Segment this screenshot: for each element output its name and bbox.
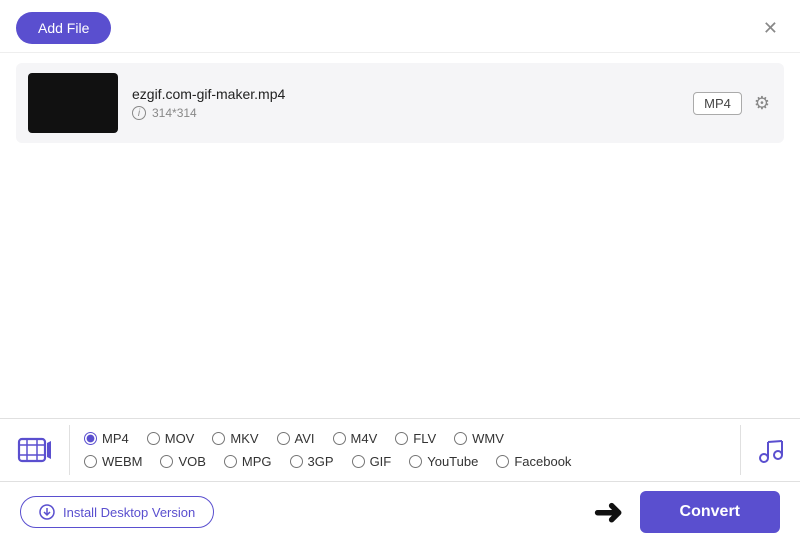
format-flv-label: FLV — [413, 431, 436, 446]
format-bar: MP4 MOV MKV AVI M4V FLV — [0, 418, 800, 482]
format-mpg-label: MPG — [242, 454, 272, 469]
format-gif[interactable]: GIF — [348, 452, 396, 471]
format-mkv-label: MKV — [230, 431, 258, 446]
close-button[interactable]: ✕ — [757, 17, 784, 39]
file-name: ezgif.com-gif-maker.mp4 — [132, 86, 679, 102]
action-bar: Install Desktop Version ➜ Convert — [0, 482, 800, 542]
file-actions: MP4 ⚙ — [693, 91, 772, 116]
install-desktop-button[interactable]: Install Desktop Version — [20, 496, 214, 528]
format-youtube-label: YouTube — [427, 454, 478, 469]
format-facebook[interactable]: Facebook — [492, 452, 575, 471]
format-youtube[interactable]: YouTube — [405, 452, 482, 471]
format-webm-label: WEBM — [102, 454, 142, 469]
add-file-button[interactable]: Add File — [16, 12, 111, 44]
format-options-container: MP4 MOV MKV AVI M4V FLV — [70, 425, 740, 475]
arrow-icon: ➜ — [593, 494, 623, 530]
right-action: ➜ Convert — [593, 491, 780, 533]
content-area — [0, 153, 800, 440]
format-gif-label: GIF — [370, 454, 392, 469]
info-icon: i — [132, 106, 146, 120]
file-dimensions: 314*314 — [152, 106, 197, 120]
install-desktop-label: Install Desktop Version — [63, 505, 195, 520]
download-icon — [39, 504, 55, 520]
format-icon-area — [0, 425, 70, 475]
top-bar: Add File ✕ — [0, 0, 800, 53]
file-meta: i 314*314 — [132, 106, 679, 120]
format-mp4[interactable]: MP4 — [80, 429, 133, 448]
format-facebook-label: Facebook — [514, 454, 571, 469]
format-mpg[interactable]: MPG — [220, 452, 276, 471]
file-thumbnail — [28, 73, 118, 133]
file-item: ezgif.com-gif-maker.mp4 i 314*314 MP4 ⚙ — [16, 63, 784, 143]
format-mkv[interactable]: MKV — [208, 429, 262, 448]
format-badge: MP4 — [693, 92, 742, 115]
convert-button[interactable]: Convert — [640, 491, 780, 533]
format-3gp-label: 3GP — [308, 454, 334, 469]
format-3gp[interactable]: 3GP — [286, 452, 338, 471]
format-vob[interactable]: VOB — [156, 452, 209, 471]
format-webm[interactable]: WEBM — [80, 452, 146, 471]
music-icon — [756, 435, 786, 465]
format-avi-label: AVI — [295, 431, 315, 446]
format-flv[interactable]: FLV — [391, 429, 440, 448]
format-mov[interactable]: MOV — [143, 429, 199, 448]
video-format-icon — [17, 432, 53, 468]
format-wmv-label: WMV — [472, 431, 504, 446]
file-list: ezgif.com-gif-maker.mp4 i 314*314 MP4 ⚙ — [0, 53, 800, 153]
format-music-area — [740, 425, 800, 475]
format-mp4-label: MP4 — [102, 431, 129, 446]
format-m4v-label: M4V — [351, 431, 378, 446]
format-vob-label: VOB — [178, 454, 205, 469]
settings-button[interactable]: ⚙ — [752, 91, 772, 116]
format-m4v[interactable]: M4V — [329, 429, 382, 448]
file-info: ezgif.com-gif-maker.mp4 i 314*314 — [132, 86, 679, 120]
format-wmv[interactable]: WMV — [450, 429, 508, 448]
format-avi[interactable]: AVI — [273, 429, 319, 448]
format-mov-label: MOV — [165, 431, 195, 446]
